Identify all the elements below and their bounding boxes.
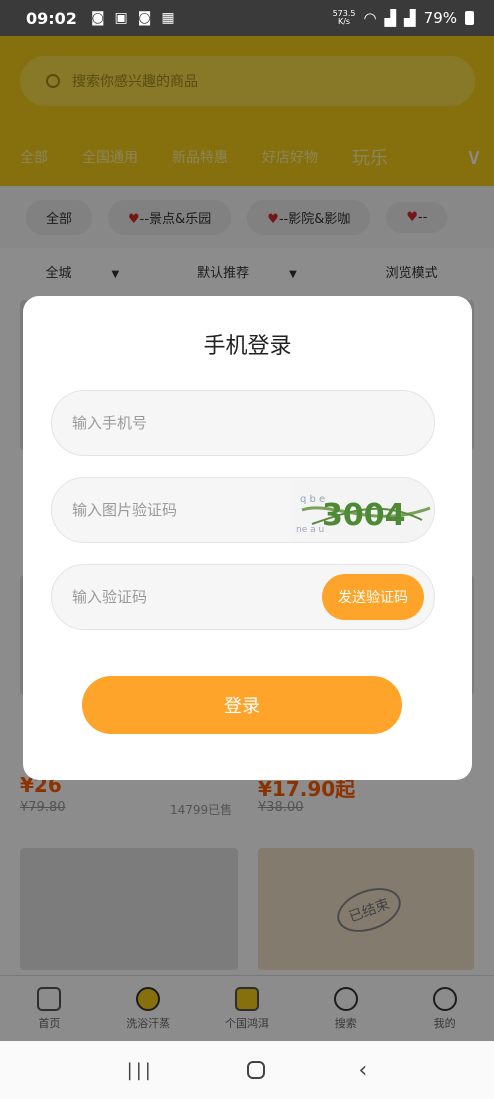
- sms-code-field[interactable]: 发送验证码: [51, 564, 435, 630]
- sms-code-input[interactable]: [72, 588, 272, 606]
- recent-apps-icon[interactable]: |||: [127, 1060, 154, 1081]
- signal-icon: ▟: [384, 9, 397, 27]
- svg-text:ne a u: ne a u: [296, 525, 324, 535]
- battery-icon: [465, 11, 474, 25]
- captcha-image[interactable]: q b e ne a u 3004: [292, 480, 434, 542]
- notification-icons: ◙ ▣ ◙ ▦: [91, 10, 175, 26]
- image-code-input[interactable]: [72, 501, 272, 519]
- notification-app-icon-2: ◙: [137, 10, 152, 26]
- status-time: 09:02: [26, 8, 77, 28]
- login-button[interactable]: 登录: [82, 676, 402, 734]
- image-code-field[interactable]: q b e ne a u 3004: [51, 477, 435, 543]
- login-modal: 手机登录 q b e ne a u 3004 发送验证码 登录: [23, 296, 472, 780]
- phone-input[interactable]: [72, 414, 272, 432]
- system-nav-bar: ||| ‹: [0, 1041, 494, 1099]
- status-bar: 09:02 ◙ ▣ ◙ ▦ 573.5 K/s ◠ ▟ ▟ 79%: [0, 0, 494, 36]
- network-speed: 573.5 K/s: [332, 9, 356, 26]
- image-icon: ▦: [161, 10, 175, 26]
- phone-field[interactable]: [51, 390, 435, 456]
- back-icon[interactable]: ‹: [359, 1058, 368, 1083]
- home-button-icon[interactable]: [247, 1061, 266, 1079]
- wifi-icon: ◠: [363, 9, 377, 27]
- status-right: 573.5 K/s ◠ ▟ ▟ 79%: [333, 9, 474, 27]
- battery-percent: 79%: [423, 9, 457, 27]
- captcha-text: 3004: [322, 498, 406, 533]
- notification-app-icon: ◙: [90, 10, 105, 26]
- download-icon: ▣: [114, 10, 128, 26]
- send-code-button[interactable]: 发送验证码: [322, 574, 424, 620]
- modal-title: 手机登录: [203, 334, 292, 359]
- signal-icon-2: ▟: [404, 9, 416, 27]
